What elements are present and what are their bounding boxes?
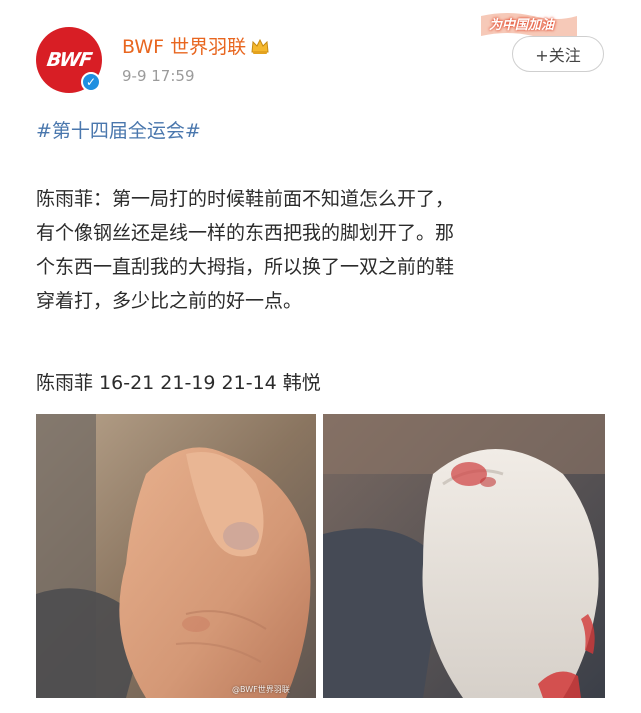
post-body-line: 陈雨菲：第一局打的时候鞋前面不知道怎么开了， <box>36 188 455 210</box>
promo-badge-text: 为中国加油 <box>489 18 555 33</box>
bloodstained-sock-photo <box>323 414 605 698</box>
author-name-text: BWF 世界羽联 <box>122 36 247 58</box>
verified-badge-icon: ✓ <box>81 72 101 92</box>
post-body: 陈雨菲：第一局打的时候鞋前面不知道怎么开了， 有个像钢丝还是线一样的东西把我的脚… <box>36 182 616 318</box>
author-name[interactable]: BWF 世界羽联 <box>122 32 270 60</box>
post-body-line: 穿着打，多少比之前的好一点。 <box>36 290 303 312</box>
post-timestamp: 9-9 17:59 <box>122 67 195 85</box>
post-image-toe[interactable]: @BWF世界羽联 <box>36 414 316 698</box>
post-image-sock[interactable] <box>323 414 605 698</box>
crown-icon <box>250 37 270 60</box>
match-score: 陈雨菲 16-21 21-19 21-14 韩悦 <box>36 372 321 394</box>
injured-toe-photo <box>36 414 316 698</box>
post-body-line: 个东西一直刮我的大拇指，所以换了一双之前的鞋 <box>36 256 455 278</box>
topic-hashtag-link[interactable]: #第十四届全运会# <box>36 116 201 143</box>
follow-button[interactable]: +关注 <box>512 36 604 72</box>
bwf-logo-text: BWF <box>45 49 93 71</box>
image-watermark: @BWF世界羽联 <box>232 685 290 694</box>
post-body-line: 有个像钢丝还是线一样的东西把我的脚划开了。那 <box>36 222 455 244</box>
